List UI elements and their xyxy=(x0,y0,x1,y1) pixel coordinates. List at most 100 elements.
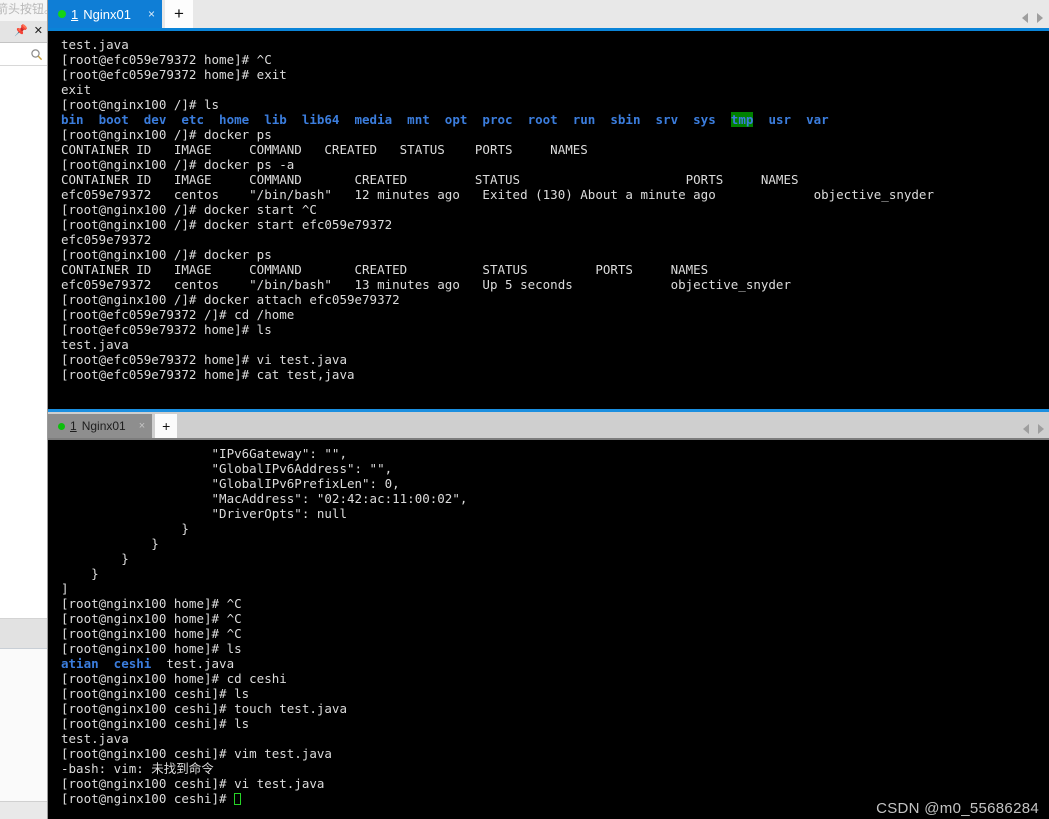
new-tab-button[interactable]: + xyxy=(155,414,178,438)
terminal-text: [root@efc059e79372 home]# ls xyxy=(61,322,272,337)
tabstrip-bottom: 1 Nginx01 × + xyxy=(48,409,1049,440)
terminal-text: [root@efc059e79372 home]# ^C xyxy=(61,52,272,67)
terminal-text: [root@nginx100 /]# docker ps xyxy=(61,247,272,262)
terminal-line: [root@nginx100 home]# cd ceshi xyxy=(61,671,1049,686)
status-dot-icon xyxy=(58,422,65,430)
terminal-text: [root@nginx100 ceshi]# xyxy=(61,791,235,806)
terminal-text: [root@efc059e79372 home]# vi test.java xyxy=(61,352,347,367)
terminal-text: test.java xyxy=(151,656,235,671)
terminal-line: "GlobalIPv6PrefixLen": 0, xyxy=(61,476,1049,491)
terminal-text: [root@nginx100 /]# docker start efc059e7… xyxy=(61,217,393,232)
terminal-text: [root@nginx100 /]# ls xyxy=(61,97,220,112)
close-icon[interactable]: ✕ xyxy=(34,26,43,37)
tab-number: 1 xyxy=(70,419,77,433)
terminal-text: ] xyxy=(61,581,69,596)
terminal-line: [root@efc059e79372 home]# vi test.java xyxy=(61,352,1049,367)
sidebar-search-row[interactable] xyxy=(0,43,47,66)
tabstrip-top: 1 Nginx01 × + xyxy=(48,0,1049,31)
terminal-line: efc059e79372 centos "/bin/bash" 12 minut… xyxy=(61,187,1049,202)
terminal-text: [root@nginx100 home]# ^C xyxy=(61,626,242,641)
terminal-output-bottom[interactable]: "IPv6Gateway": "", "GlobalIPv6Address": … xyxy=(48,440,1049,819)
terminal-line: [root@nginx100 ceshi]# ls xyxy=(61,686,1049,701)
sidebar-titlebar: 📌 ✕ xyxy=(0,21,47,43)
terminal-text: "GlobalIPv6PrefixLen": 0, xyxy=(61,476,400,491)
terminal-text: exit xyxy=(61,82,92,97)
tab-label: Nginx01 xyxy=(83,6,131,22)
terminal-line: [root@efc059e79372 home]# exit xyxy=(61,67,1049,82)
pin-icon[interactable]: 📌 xyxy=(14,26,28,37)
terminal-line: [root@nginx100 ceshi]# touch test.java xyxy=(61,701,1049,716)
terminal-text: test.java xyxy=(61,731,129,746)
terminal-text: } xyxy=(61,521,189,536)
terminal-text: tmp xyxy=(730,112,754,127)
terminal-text: atian ceshi xyxy=(61,656,152,671)
terminal-line: test.java xyxy=(61,337,1049,352)
terminal-text: test.java xyxy=(61,37,129,52)
terminal-line: [root@nginx100 /]# docker start ^C xyxy=(61,202,1049,217)
close-icon[interactable]: × xyxy=(148,7,155,21)
terminal-line: } xyxy=(61,566,1049,581)
sidebar-group-header[interactable] xyxy=(0,619,47,649)
terminal-text: -bash: vim: 未找到命令 xyxy=(61,761,214,776)
terminal-line: "IPv6Gateway": "", xyxy=(61,446,1049,461)
terminal-text: [root@efc059e79372 home]# exit xyxy=(61,67,287,82)
terminal-text: [root@nginx100 /]# docker ps -a xyxy=(61,157,295,172)
scroll-right-arrow-icon[interactable] xyxy=(1037,13,1043,23)
terminal-text: [root@nginx100 ceshi]# ls xyxy=(61,686,250,701)
terminal-line: [root@nginx100 ceshi]# vim test.java xyxy=(61,746,1049,761)
search-icon[interactable] xyxy=(30,48,43,61)
terminal-line: [root@efc059e79372 /]# cd /home xyxy=(61,307,1049,322)
terminal-text: usr var xyxy=(768,112,829,127)
sidebar-footer xyxy=(0,801,47,819)
terminal-text: } xyxy=(61,536,159,551)
sidebar-session-list[interactable]: .130 xyxy=(0,649,47,801)
terminal-line: bin boot dev etc home lib lib64 media mn… xyxy=(61,112,1049,127)
terminal-line: [root@nginx100 home]# ^C xyxy=(61,626,1049,641)
tabstrip-scroll-controls-bottom xyxy=(1023,424,1044,434)
terminal-text: [root@nginx100 ceshi]# touch test.java xyxy=(61,701,347,716)
terminal-line: test.java xyxy=(61,731,1049,746)
terminal-line: atian ceshi test.java xyxy=(61,656,1049,671)
tab-label: Nginx01 xyxy=(81,419,126,433)
tabstrip-scroll-controls-top xyxy=(1022,13,1043,23)
terminal-line: [root@nginx100 home]# ls xyxy=(61,641,1049,656)
scroll-right-arrow-icon[interactable] xyxy=(1038,424,1044,434)
terminal-line: } xyxy=(61,521,1049,536)
terminal-line: exit xyxy=(61,82,1049,97)
terminal-line: [root@nginx100 home]# ^C xyxy=(61,596,1049,611)
sidebar-session-tree[interactable] xyxy=(0,66,47,619)
terminal-line: efc059e79372 xyxy=(61,232,1049,247)
terminal-line: efc059e79372 centos "/bin/bash" 13 minut… xyxy=(61,277,1049,292)
session-sidebar: 击左侧的箭头按钮。 📌 ✕ .130 xyxy=(0,0,48,819)
tab-nginx01-top[interactable]: 1 Nginx01 × xyxy=(48,0,162,28)
terminal-text: [root@nginx100 home]# ^C xyxy=(61,611,242,626)
terminal-text: [root@efc059e79372 home]# cat test,java xyxy=(61,367,355,382)
terminal-text: "GlobalIPv6Address": "", xyxy=(61,461,393,476)
terminal-output-top[interactable]: test.java [root@efc059e79372 home]# ^C [ro… xyxy=(48,31,1049,409)
terminal-line: "GlobalIPv6Address": "", xyxy=(61,461,1049,476)
terminal-text: CONTAINER ID IMAGE COMMAND CREATED STATU… xyxy=(61,142,588,157)
app-window: 击左侧的箭头按钮。 📌 ✕ .130 1 Nginx01 xyxy=(0,0,1049,819)
tab-nginx01-bottom[interactable]: 1 Nginx01 × xyxy=(48,414,153,438)
watermark: CSDN @m0_55686284 xyxy=(876,800,1039,817)
scroll-left-arrow-icon[interactable] xyxy=(1022,13,1028,23)
new-tab-button[interactable]: + xyxy=(164,0,193,28)
terminal-line: [root@nginx100 /]# ls xyxy=(61,97,1049,112)
close-icon[interactable]: × xyxy=(139,420,145,432)
terminal-text: CONTAINER ID IMAGE COMMAND CREATED STATU… xyxy=(61,262,709,277)
terminal-text: } xyxy=(61,551,129,566)
terminal-line: [root@nginx100 /]# docker ps xyxy=(61,247,1049,262)
terminal-text: "MacAddress": "02:42:ac:11:00:02", xyxy=(61,491,468,506)
terminal-line: [root@nginx100 /]# docker start efc059e7… xyxy=(61,217,1049,232)
terminal-line: [root@efc059e79372 home]# cat test,java xyxy=(61,367,1049,382)
terminal-text: [root@nginx100 /]# docker ps xyxy=(61,127,272,142)
scroll-left-arrow-icon[interactable] xyxy=(1023,424,1029,434)
terminal-text: [root@nginx100 /]# docker attach efc059e… xyxy=(61,292,400,307)
terminal-text: efc059e79372 centos "/bin/bash" 13 minut… xyxy=(61,277,791,292)
terminal-text: [root@nginx100 /]# docker start ^C xyxy=(61,202,317,217)
terminal-line: [root@efc059e79372 home]# ^C xyxy=(61,52,1049,67)
terminal-cursor xyxy=(234,793,242,805)
terminal-text: efc059e79372 xyxy=(61,232,152,247)
terminal-line: [root@nginx100 /]# docker ps -a xyxy=(61,157,1049,172)
